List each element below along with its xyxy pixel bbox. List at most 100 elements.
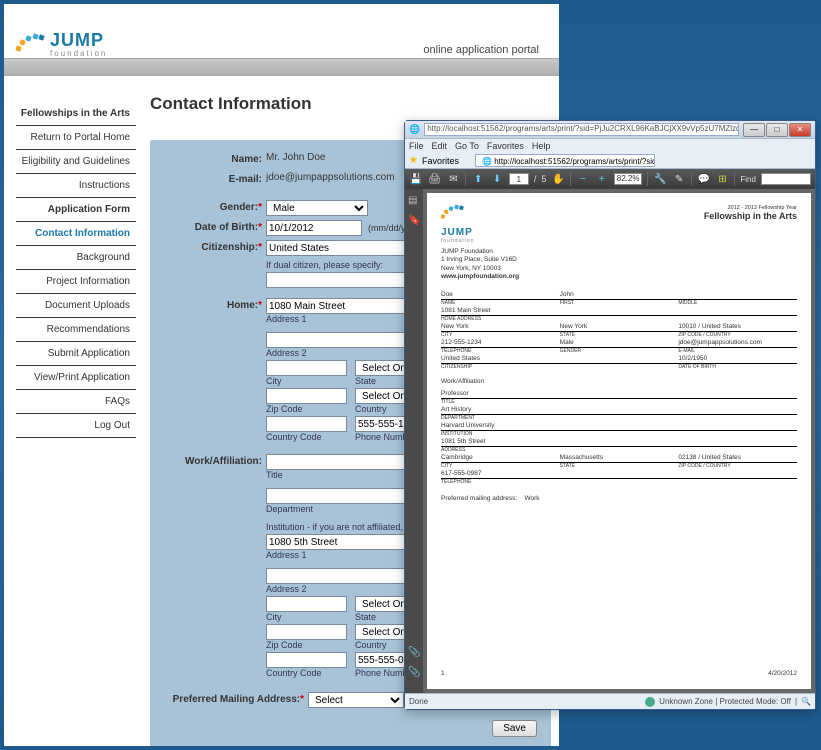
menu-file[interactable]: File	[409, 141, 424, 151]
doc-program: Fellowship in the Arts	[704, 211, 797, 221]
mail-icon[interactable]: ✉	[447, 172, 461, 187]
doc-last: Doe	[441, 291, 560, 298]
cc-sublabel: Country Code	[266, 432, 347, 442]
sidebar-item-project[interactable]: Project Information	[16, 270, 136, 294]
sidebar-item-faqs[interactable]: FAQs	[16, 390, 136, 414]
pdf-page: JUMP foundation 2012 - 2013 Fellowship Y…	[427, 193, 811, 689]
ie-menubar: File Edit Go To Favorites Help	[405, 139, 815, 153]
sidebar-item-recommendations[interactable]: Recommendations	[16, 318, 136, 342]
doc-org-addr2: New York, NY 10003	[441, 265, 797, 273]
status-sep: |	[795, 697, 797, 706]
menu-favorites[interactable]: Favorites	[487, 141, 524, 151]
sidebar-item-home[interactable]: Return to Portal Home	[16, 126, 136, 150]
favorites-label[interactable]: Favorites	[422, 156, 459, 166]
doc-org-name: JUMP Foundation	[441, 248, 797, 256]
w-cc-sublabel: Country Code	[266, 668, 347, 678]
pdf-page-input[interactable]	[509, 173, 529, 185]
work-cc-input[interactable]	[266, 652, 347, 668]
sidebar-item-application-form[interactable]: Application Form	[16, 198, 136, 222]
zip-sublabel: Zip Code	[266, 404, 347, 414]
doc-date: 4/20/2012	[768, 670, 797, 677]
ie-titlebar[interactable]: 🌐 http://localhost:51562/programs/arts/p…	[405, 121, 815, 139]
menu-edit[interactable]: Edit	[432, 141, 448, 151]
sidebar-item-background[interactable]: Background	[16, 246, 136, 270]
status-zone: Unknown Zone | Protected Mode: Off	[659, 697, 791, 706]
pdf-find-input[interactable]	[761, 173, 811, 185]
doc-pref-label: Preferred mailing address:	[441, 495, 517, 502]
home-city-input[interactable]	[266, 360, 347, 376]
attach-file-icon[interactable]: 📎	[408, 647, 420, 659]
page-up-icon[interactable]: ⬆	[471, 172, 485, 187]
doc-org-addr1: 1 Irving Place, Suite V16D	[441, 256, 797, 264]
zoom-out-icon[interactable]: −	[576, 172, 590, 187]
comment-icon[interactable]: 💬	[697, 172, 711, 187]
portal-header: JUMP foundation online application porta…	[4, 4, 559, 58]
pdf-page-count: 5	[541, 174, 546, 184]
sign-icon[interactable]: ✎	[672, 172, 686, 187]
email-label: E-mail:	[158, 172, 266, 185]
attachments-icon[interactable]: 📎	[408, 667, 420, 679]
print-icon[interactable]: 🖨	[428, 172, 442, 187]
ie-address-bar[interactable]: http://localhost:51562/programs/arts/pri…	[424, 123, 739, 136]
menu-help[interactable]: Help	[532, 141, 551, 151]
sidebar-item-instructions[interactable]: Instructions	[16, 174, 136, 198]
zoom-icon[interactable]: 🔍	[801, 697, 811, 706]
work-city-input[interactable]	[266, 596, 347, 612]
doc-logo-icon	[441, 205, 463, 223]
save-button[interactable]: Save	[492, 720, 537, 737]
sidebar-item-eligibility[interactable]: Eligibility and Guidelines	[16, 150, 136, 174]
gender-label: Gender:*	[158, 200, 266, 213]
doc-pref-val: Work	[524, 495, 539, 502]
sidebar-item-logout[interactable]: Log Out	[16, 414, 136, 438]
gender-select[interactable]: Male	[266, 200, 368, 216]
minimize-button[interactable]: —	[743, 123, 765, 137]
sidebar-item-print[interactable]: View/Print Application	[16, 366, 136, 390]
logo-subtext: foundation	[50, 49, 107, 58]
doc-logo-text: JUMP	[441, 227, 474, 238]
page-down-icon[interactable]: ⬇	[490, 172, 504, 187]
zone-icon	[645, 697, 655, 707]
status-done: Done	[409, 697, 428, 706]
zoom-in-icon[interactable]: +	[595, 172, 609, 187]
sidebar-item-program[interactable]: Fellowships in the Arts	[16, 102, 136, 126]
work-zip-input[interactable]	[266, 624, 347, 640]
home-label: Home:*	[158, 298, 266, 311]
pdf-zoom-value[interactable]: 82.2%	[614, 173, 643, 185]
doc-page-no: 1	[441, 670, 445, 677]
favorites-star-icon[interactable]: ★	[409, 155, 418, 166]
sidebar-item-submit[interactable]: Submit Application	[16, 342, 136, 366]
ie-favorites-bar: ★ Favorites 🌐 http://localhost:51562/pro…	[405, 153, 815, 169]
city-sublabel: City	[266, 376, 347, 386]
hand-icon[interactable]: ✋	[551, 172, 565, 187]
sidebar-item-contact[interactable]: Contact Information	[16, 222, 136, 246]
header-divider	[4, 58, 559, 76]
home-cc-input[interactable]	[266, 416, 347, 432]
pref-mail-label: Preferred Mailing Address:*	[158, 692, 308, 705]
close-button[interactable]: ✕	[789, 123, 811, 137]
w-city-sublabel: City	[266, 612, 347, 622]
browser-tab[interactable]: 🌐 http://localhost:51562/programs/arts/p…	[475, 154, 655, 167]
ie-window: 🌐 http://localhost:51562/programs/arts/p…	[404, 120, 816, 710]
jump-logo: JUMP foundation	[16, 31, 107, 58]
home-zip-input[interactable]	[266, 388, 347, 404]
menu-goto[interactable]: Go To	[455, 141, 479, 151]
share-icon[interactable]: ⊞	[716, 172, 730, 187]
doc-first: John	[560, 291, 679, 298]
w-zip-sublabel: Zip Code	[266, 640, 347, 650]
dob-label: Date of Birth:*	[158, 220, 266, 233]
dob-input[interactable]	[266, 220, 362, 236]
bookmarks-icon[interactable]: 🔖	[408, 215, 420, 227]
pref-mail-select[interactable]: Select	[308, 692, 404, 708]
work-label: Work/Affiliation:	[158, 454, 266, 467]
maximize-button[interactable]: □	[766, 123, 788, 137]
pdf-body: ▤ 🔖 📎 📎 JUMP	[405, 189, 815, 693]
pdf-find-label: Find	[740, 175, 756, 184]
tools-icon[interactable]: 🔧	[653, 172, 667, 187]
sidebar-item-uploads[interactable]: Document Uploads	[16, 294, 136, 318]
thumbnails-icon[interactable]: ▤	[408, 195, 420, 207]
doc-logo-sub: foundation	[441, 238, 474, 244]
name-label: Name:	[158, 152, 266, 165]
save-icon[interactable]: 💾	[409, 172, 423, 187]
doc-home-addr: 1081 Main Street	[441, 307, 797, 314]
pdf-page-area[interactable]: JUMP foundation 2012 - 2013 Fellowship Y…	[423, 189, 815, 693]
